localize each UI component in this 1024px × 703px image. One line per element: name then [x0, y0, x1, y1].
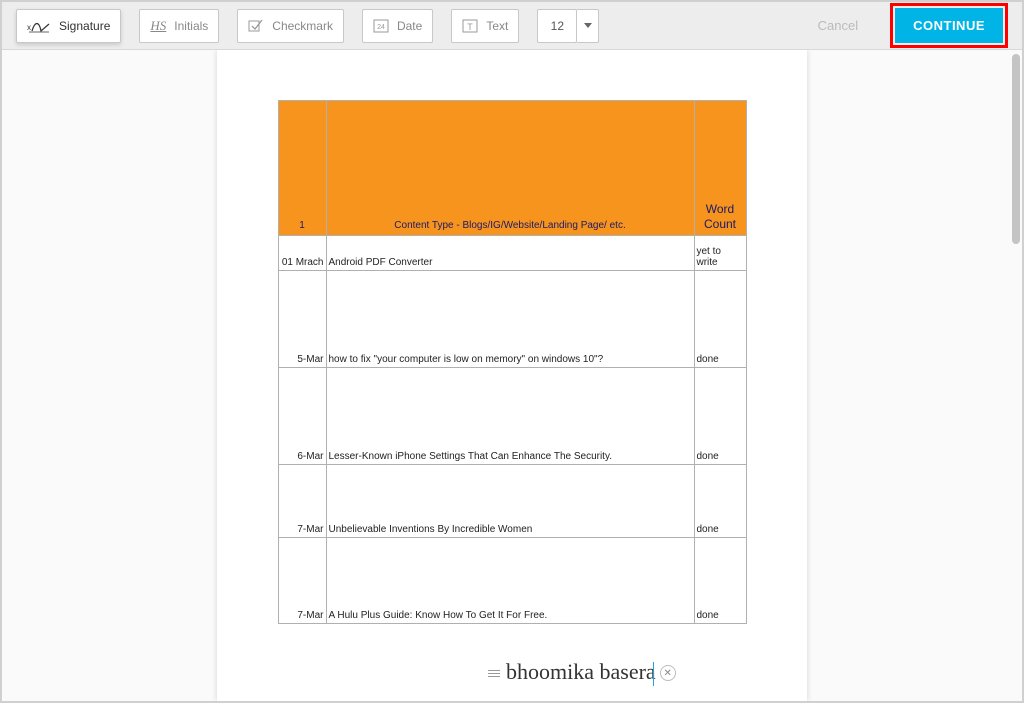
date-icon: 24 [373, 18, 389, 34]
row-title: Android PDF Converter [326, 236, 694, 271]
row-date: 5-Mar [278, 271, 326, 368]
row-date: 6-Mar [278, 368, 326, 465]
chevron-down-icon [584, 23, 592, 28]
svg-text:24: 24 [377, 24, 385, 31]
checkmark-button[interactable]: Checkmark [237, 9, 344, 43]
continue-button[interactable]: CONTINUE [895, 8, 1003, 43]
initials-icon: HS [150, 18, 166, 34]
row-title: Unbelievable Inventions By Incredible Wo… [326, 465, 694, 538]
signature-icon: x [27, 18, 51, 34]
toolbar: x Signature HS Initials Checkmark 24 Dat… [2, 2, 1022, 50]
continue-highlight: CONTINUE [890, 3, 1008, 48]
row-title: how to fix "your computer is low on memo… [326, 271, 694, 368]
initials-button[interactable]: HS Initials [139, 9, 219, 43]
table-row: 6-Mar Lesser-Known iPhone Settings That … [278, 368, 746, 465]
text-button[interactable]: T Text [451, 9, 519, 43]
table-row: 7-Mar Unbelievable Inventions By Incredi… [278, 465, 746, 538]
font-size-dropdown[interactable] [577, 9, 599, 43]
scrollbar-thumb[interactable] [1012, 54, 1020, 244]
signature-label: Signature [59, 19, 110, 33]
document-viewport: 1 Content Type - Blogs/IG/Website/Landin… [2, 50, 1022, 701]
header-col3: Word Count [694, 101, 746, 236]
signature-content: bhoomika basera [506, 659, 656, 684]
header-row: 1 Content Type - Blogs/IG/Website/Landin… [278, 101, 746, 236]
app-window: x Signature HS Initials Checkmark 24 Dat… [0, 0, 1024, 703]
checkmark-icon [248, 18, 264, 34]
font-size-value[interactable]: 12 [537, 9, 577, 43]
text-label: Text [486, 19, 508, 33]
signature-text[interactable]: bhoomika basera [506, 659, 654, 687]
drag-handle-icon[interactable] [488, 670, 500, 677]
header-col2: Content Type - Blogs/IG/Website/Landing … [326, 101, 694, 236]
table-row: 7-Mar A Hulu Plus Guide: Know How To Get… [278, 538, 746, 624]
row-title: A Hulu Plus Guide: Know How To Get It Fo… [326, 538, 694, 624]
row-status: done [694, 538, 746, 624]
signature-button[interactable]: x Signature [16, 9, 121, 43]
date-label: Date [397, 19, 422, 33]
checkmark-label: Checkmark [272, 19, 333, 33]
header-col1: 1 [278, 101, 326, 236]
cancel-link[interactable]: Cancel [818, 18, 858, 33]
font-size-group: 12 [537, 9, 599, 43]
row-date: 7-Mar [278, 538, 326, 624]
content-table: 1 Content Type - Blogs/IG/Website/Landin… [278, 100, 747, 624]
row-status: done [694, 368, 746, 465]
row-status: yet to write [694, 236, 746, 271]
svg-text:x: x [27, 23, 31, 32]
close-icon[interactable]: ✕ [660, 665, 676, 681]
initials-label: Initials [174, 19, 208, 33]
signature-field[interactable]: bhoomika basera ✕ [488, 659, 676, 687]
text-cursor [653, 662, 654, 686]
row-status: done [694, 465, 746, 538]
table-row: 01 Mrach Android PDF Converter yet to wr… [278, 236, 746, 271]
document-page: 1 Content Type - Blogs/IG/Website/Landin… [217, 50, 807, 701]
svg-text:T: T [468, 22, 474, 32]
row-status: done [694, 271, 746, 368]
row-title: Lesser-Known iPhone Settings That Can En… [326, 368, 694, 465]
row-date: 7-Mar [278, 465, 326, 538]
text-icon: T [462, 18, 478, 34]
row-date: 01 Mrach [278, 236, 326, 271]
table-row: 5-Mar how to fix "your computer is low o… [278, 271, 746, 368]
date-button[interactable]: 24 Date [362, 9, 433, 43]
